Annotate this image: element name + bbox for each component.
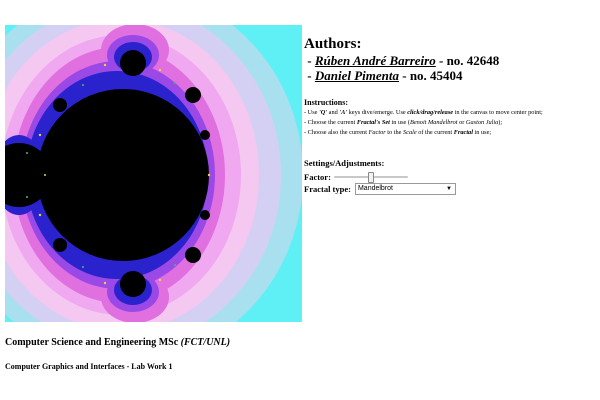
main-cardioid (37, 89, 209, 261)
author-name-link[interactable]: Daniel Pimenta (315, 68, 399, 83)
instr-emphasis: Scale (403, 129, 417, 136)
instr-text: - Choose also the current (304, 129, 369, 136)
instr-text: keys dive/emerge. Use (347, 109, 408, 116)
lower-left-mini (53, 238, 67, 252)
author-name-link[interactable]: Rúben André Barreiro (315, 53, 436, 68)
instr-text: ); (498, 119, 503, 126)
lab-title: Computer Graphics and Interfaces - Lab W… (5, 362, 173, 371)
info-panel: Authors: - Rúben André Barreiro - no. 42… (304, 36, 596, 195)
course-name: Computer Science and Engineering MSc (5, 337, 181, 348)
instr-text: in use; (472, 129, 492, 136)
course-title: Computer Science and Engineering MSc (FC… (5, 337, 230, 349)
lower-right-mini (185, 247, 201, 263)
upper-right-mini (185, 87, 201, 103)
factor-label: Factor: (304, 172, 331, 182)
instr-text: and (327, 109, 340, 116)
bottom-bulb (120, 271, 146, 297)
instr-emphasis: Factor (368, 129, 386, 136)
author-prefix: - (304, 68, 315, 83)
instr-text: - Choose the current (304, 119, 357, 126)
factor-slider[interactable] (333, 172, 408, 183)
top-bulb (120, 50, 146, 76)
instr-text: in use ( (389, 119, 410, 126)
instr-emphasis: Gaston Julia (465, 119, 499, 126)
instruction-line-1: - Use 'Q' and 'A' keys dive/emerge. Use … (304, 108, 596, 118)
fractal-canvas[interactable] (5, 25, 302, 322)
instr-text: in the canvas to move center point; (453, 109, 543, 116)
chevron-down-icon[interactable]: ▼ (446, 184, 452, 194)
instr-key-q: 'Q' (319, 109, 328, 116)
author-line-2: - Daniel Pimenta - no. 45404 (304, 68, 596, 83)
settings-title: Settings/Adjustments: (304, 158, 385, 168)
instr-emphasis: Fractal (453, 129, 473, 136)
instr-text: of the current (416, 129, 454, 136)
author-line-1: - Rúben André Barreiro - no. 42648 (304, 53, 596, 68)
instr-mouse-action: click/drag/release (407, 109, 454, 116)
instr-text: or (457, 119, 466, 126)
fractal-type-row: Fractal type: Mandelbrot ▼ (304, 183, 596, 195)
factor-row: Factor: (304, 172, 596, 183)
upper-left-mini (53, 98, 67, 112)
instruction-line-2: - Choose the current Fractal's Set in us… (304, 118, 596, 128)
right-mini-1 (200, 130, 210, 140)
instruction-line-3: - Choose also the current Factor to the … (304, 128, 596, 138)
instr-emphasis: Benoit Mandelbrot (410, 119, 458, 126)
instr-emphasis: Fractal's Set (356, 119, 390, 126)
author-number: - no. 45404 (398, 68, 463, 83)
page: Authors: - Rúben André Barreiro - no. 42… (0, 0, 600, 400)
fractal-svg[interactable] (5, 25, 302, 322)
fractal-type-select[interactable]: Mandelbrot ▼ (354, 183, 456, 195)
right-mini-2 (200, 210, 210, 220)
fractal-type-label: Fractal type: (304, 184, 351, 194)
fractal-type-value: Mandelbrot (357, 185, 393, 192)
instructions-title: Instructions: (304, 98, 349, 107)
instr-key-a: 'A' (339, 109, 348, 116)
instr-text: to the (385, 129, 403, 136)
slider-thumb[interactable] (367, 172, 374, 183)
course-institution: (FCT/UNL) (180, 337, 231, 348)
author-number: - no. 42648 (435, 53, 500, 68)
instr-text: - Use (304, 109, 320, 116)
authors-title: Authors: (304, 36, 362, 52)
author-prefix: - (304, 53, 315, 68)
